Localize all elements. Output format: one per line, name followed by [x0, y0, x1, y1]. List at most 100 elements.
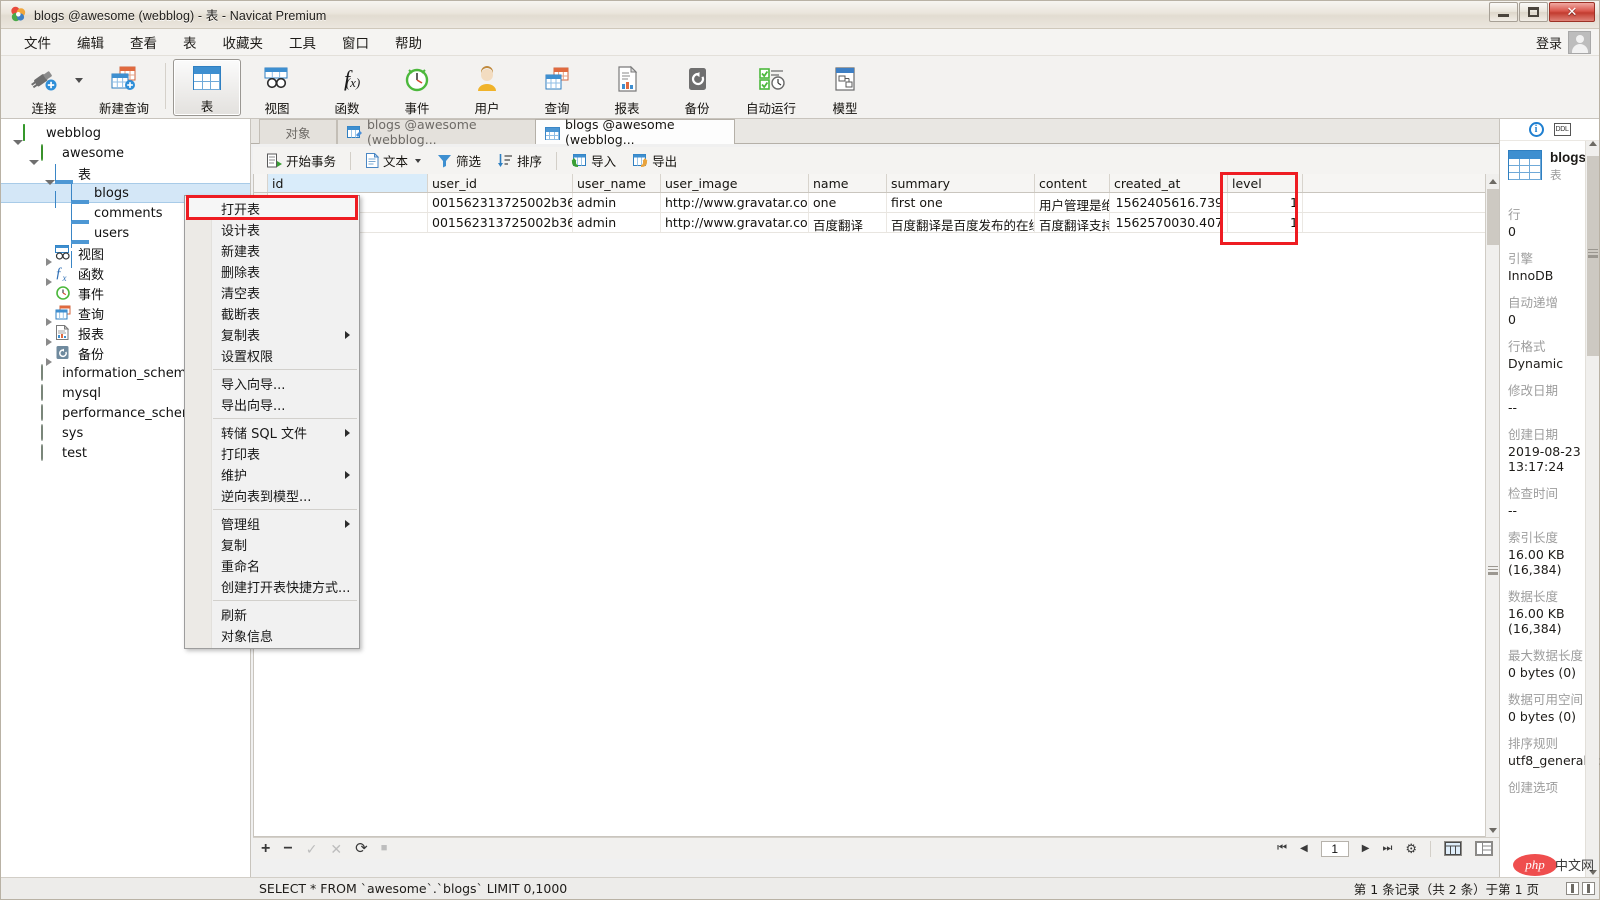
- grid-cell-name[interactable]: 百度翻译: [809, 213, 887, 232]
- tree-node--[interactable]: 表: [1, 163, 250, 208]
- menu-table[interactable]: 表: [170, 28, 210, 56]
- tree-node-awesome[interactable]: awesome: [1, 143, 250, 165]
- grid-cell-user_name[interactable]: admin: [573, 213, 661, 232]
- context-menu-item[interactable]: 删除表: [185, 261, 359, 282]
- grid-cell-summary[interactable]: first one: [887, 193, 1035, 212]
- grid-cell-user_image[interactable]: http://www.gravatar.com/: [661, 213, 809, 232]
- toolbar-automation[interactable]: 自动运行: [733, 59, 809, 116]
- toolbar-connection[interactable]: 连接: [10, 59, 78, 116]
- grid-cell-user_image[interactable]: http://www.gravatar.com/: [661, 193, 809, 212]
- table-context-menu[interactable]: 打开表 设计表 新建表 删除表 清空表 截断表 复制表 设置权限 导入向导... 导出向导... 转…: [184, 195, 360, 649]
- grid-cell-summary[interactable]: 百度翻译是百度发布的在线翻: [887, 213, 1035, 232]
- grid-splitter-grip[interactable]: [1488, 566, 1498, 575]
- grid-cell-created_at[interactable]: 1562405616.739: [1110, 193, 1228, 212]
- context-menu-item[interactable]: 清空表: [185, 282, 359, 303]
- page-number-input[interactable]: 1: [1320, 840, 1349, 857]
- tree-node-webblog[interactable]: webblog: [1, 123, 250, 145]
- scroll-down-icon[interactable]: [1486, 823, 1500, 837]
- toolbar-new-query[interactable]: 新建查询: [90, 59, 158, 116]
- import-button[interactable]: 导入: [564, 148, 623, 173]
- grid-column-header-user_id[interactable]: user_id: [428, 174, 573, 192]
- next-page-button[interactable]: ▶: [1362, 843, 1370, 854]
- context-menu-item[interactable]: 导出向导...: [185, 394, 359, 415]
- context-menu-item[interactable]: 对象信息: [185, 625, 359, 646]
- scroll-up-icon[interactable]: [1486, 174, 1500, 188]
- grid-cell-user_id[interactable]: 001562313725002b3610c: [428, 213, 573, 232]
- first-page-button[interactable]: ⏮: [1277, 843, 1287, 854]
- grid-column-header-user_name[interactable]: user_name: [573, 174, 661, 192]
- filter-button[interactable]: 筛选: [430, 148, 488, 173]
- context-menu-item[interactable]: 新建表: [185, 240, 359, 261]
- context-menu-item[interactable]: 管理组: [185, 513, 359, 534]
- maximize-button[interactable]: [1519, 2, 1548, 22]
- grid-column-header-level[interactable]: level: [1228, 174, 1303, 192]
- grid-column-header-content[interactable]: content: [1035, 174, 1110, 192]
- close-button[interactable]: ✕: [1549, 2, 1595, 22]
- grid-column-header-summary[interactable]: summary: [887, 174, 1035, 192]
- menu-file[interactable]: 文件: [11, 28, 64, 56]
- grid-cell-content[interactable]: 用户管理是绝: [1035, 193, 1110, 212]
- begin-transaction-button[interactable]: 开始事务: [259, 148, 343, 173]
- grid-view-toggle[interactable]: [1444, 841, 1462, 856]
- context-menu-item[interactable]: 复制表: [185, 324, 359, 345]
- grid-cell-name[interactable]: one: [809, 193, 887, 212]
- data-grid[interactable]: id user_id user_name user_image name summary c…: [253, 174, 1499, 837]
- toggle-left-panel-button[interactable]: [1566, 882, 1579, 895]
- minimize-button[interactable]: [1489, 2, 1518, 22]
- toolbar-user[interactable]: 用户: [453, 59, 521, 116]
- toolbar-view[interactable]: 视图: [243, 59, 311, 116]
- context-menu-item[interactable]: 维护: [185, 464, 359, 485]
- grid-scroll-thumb[interactable]: [1487, 189, 1499, 245]
- menu-tools[interactable]: 工具: [276, 28, 329, 56]
- grid-column-header-name[interactable]: name: [809, 174, 887, 192]
- menu-favorites[interactable]: 收藏夹: [210, 28, 277, 56]
- last-page-button[interactable]: ⏭: [1382, 843, 1392, 854]
- cancel-changes-button[interactable]: ✕: [330, 842, 342, 856]
- context-menu-item[interactable]: 打印表: [185, 443, 359, 464]
- scroll-up-icon[interactable]: [1589, 141, 1597, 146]
- connection-dropdown-caret[interactable]: [75, 78, 83, 83]
- grid-cell-level[interactable]: 1: [1228, 193, 1303, 212]
- prev-page-button[interactable]: ◀: [1300, 843, 1308, 854]
- grid-cell-level[interactable]: 1: [1228, 213, 1303, 232]
- add-record-button[interactable]: +: [261, 840, 270, 857]
- toolbar-backup[interactable]: 备份: [663, 59, 731, 116]
- context-menu-item[interactable]: 重命名: [185, 555, 359, 576]
- menu-view[interactable]: 查看: [117, 28, 170, 56]
- toolbar-table[interactable]: 表: [173, 59, 241, 116]
- grid-cell-content[interactable]: 百度翻译支持: [1035, 213, 1110, 232]
- context-menu-item[interactable]: 设置权限: [185, 345, 359, 366]
- context-menu-item[interactable]: 导入向导...: [185, 373, 359, 394]
- context-menu-item[interactable]: 截断表: [185, 303, 359, 324]
- sort-button[interactable]: 排序: [490, 148, 549, 173]
- grid-column-header-user_image[interactable]: user_image: [661, 174, 809, 192]
- tab-objects[interactable]: 对象: [259, 119, 337, 144]
- tab-design-blogs[interactable]: blogs @awesome (webblog...: [337, 117, 539, 147]
- toggle-right-panel-button[interactable]: [1582, 882, 1595, 895]
- form-view-toggle[interactable]: [1475, 841, 1493, 856]
- grid-cell-created_at[interactable]: 1562570030.407: [1110, 213, 1228, 232]
- context-menu-item[interactable]: 打开表: [185, 198, 359, 219]
- context-menu-item[interactable]: 复制: [185, 534, 359, 555]
- properties-scrollbar[interactable]: [1585, 141, 1599, 877]
- menu-help[interactable]: 帮助: [382, 28, 435, 56]
- gear-icon[interactable]: ⚙: [1405, 842, 1417, 855]
- toolbar-function[interactable]: f (x) 函数: [313, 59, 381, 116]
- grid-row[interactable]: 39581e7ff001562313725002b3610cadminhttp:…: [254, 193, 1498, 213]
- ddl-icon[interactable]: DDL: [1553, 123, 1571, 136]
- grid-cell-user_id[interactable]: 001562313725002b3610c: [428, 193, 573, 212]
- info-icon[interactable]: i: [1528, 122, 1544, 137]
- refresh-button[interactable]: ⟳: [355, 841, 368, 856]
- grid-row[interactable]: 075f85747001562313725002b3610cadminhttp:…: [254, 213, 1498, 233]
- toolbar-report[interactable]: 报表: [593, 59, 661, 116]
- toolbar-query[interactable]: 查询: [523, 59, 591, 116]
- grid-vertical-scrollbar[interactable]: [1485, 174, 1500, 837]
- chevron-down-icon[interactable]: [415, 158, 422, 163]
- menu-window[interactable]: 窗口: [329, 28, 382, 56]
- text-view-button[interactable]: 文本: [358, 148, 428, 173]
- toolbar-model[interactable]: 模型: [811, 59, 879, 116]
- context-menu-item[interactable]: 刷新: [185, 604, 359, 625]
- context-menu-item[interactable]: 逆向表到模型...: [185, 485, 359, 506]
- export-button[interactable]: 导出: [625, 148, 684, 173]
- toolbar-event[interactable]: 事件: [383, 59, 451, 116]
